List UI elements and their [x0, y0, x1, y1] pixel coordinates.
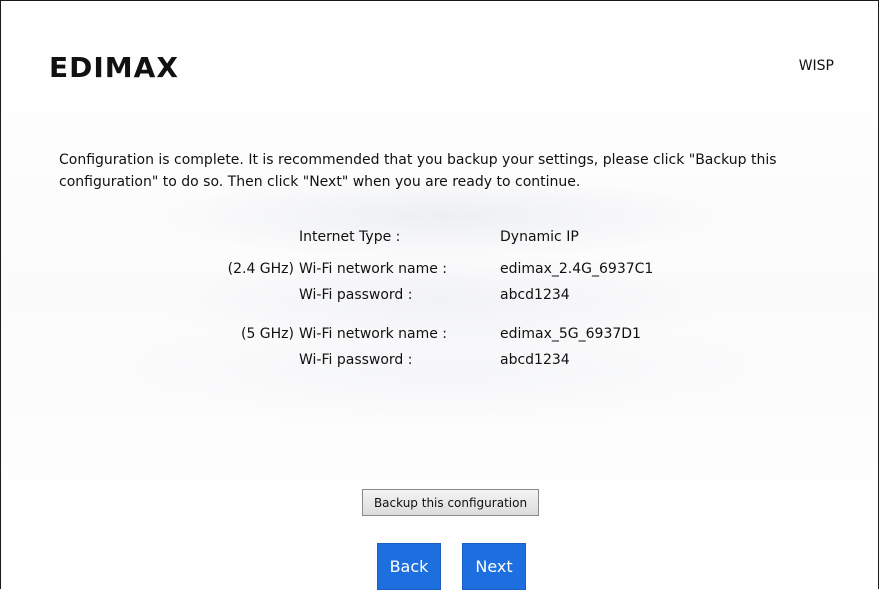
ssid-24-label: Wi-Fi network name : — [299, 261, 448, 277]
band-24-label: (2.4 GHz) — [227, 261, 294, 277]
back-button[interactable]: Back — [377, 543, 441, 590]
internet-type-value: Dynamic IP — [500, 229, 579, 245]
band-5-label: (5 GHz) — [240, 326, 294, 342]
internet-type-label: Internet Type : — [299, 229, 401, 245]
operation-mode-label: WISP — [798, 58, 834, 74]
ssid-24-value: edimax_2.4G_6937C1 — [500, 261, 654, 277]
password-24-value: abcd1234 — [500, 287, 570, 303]
backup-configuration-button[interactable]: Backup this configuration — [362, 489, 539, 516]
setup-wizard-page: EDIMAX WISP Configuration is complete. I… — [0, 0, 879, 590]
password-24-label: Wi-Fi password : — [299, 287, 413, 303]
edimax-logo: EDIMAX — [49, 51, 179, 83]
completion-message: Configuration is complete. It is recomme… — [59, 152, 777, 190]
ssid-5-label: Wi-Fi network name : — [299, 326, 448, 342]
password-5-label: Wi-Fi password : — [299, 352, 413, 368]
password-5-value: abcd1234 — [500, 352, 570, 368]
ssid-5-value: edimax_5G_6937D1 — [500, 326, 641, 342]
next-button[interactable]: Next — [462, 543, 526, 590]
svg-text:EDIMAX: EDIMAX — [49, 51, 179, 83]
